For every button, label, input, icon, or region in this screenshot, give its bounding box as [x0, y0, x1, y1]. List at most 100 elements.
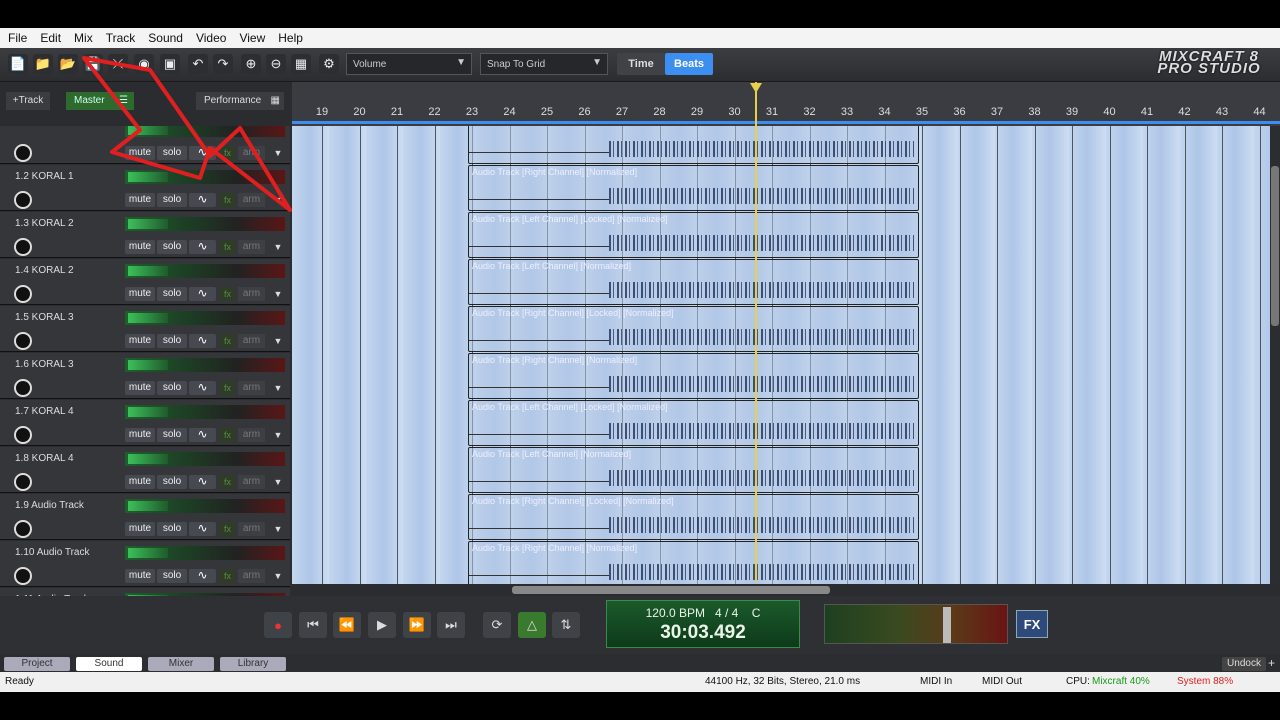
audio-clip[interactable]: Audio Track [Right Channel] [Normalized] [468, 165, 919, 211]
new-file-icon[interactable]: 📄 [8, 54, 28, 74]
solo-button[interactable]: solo [157, 334, 187, 348]
metronome-icon[interactable]: △ [518, 612, 546, 638]
mute-button[interactable]: mute [125, 569, 155, 583]
performance-button[interactable]: Performance ▦ [196, 92, 284, 110]
undock-button[interactable]: Undock [1222, 657, 1266, 671]
undo-icon[interactable]: ↶ [188, 54, 208, 74]
add-tab-icon[interactable]: + [1268, 656, 1275, 670]
solo-button[interactable]: solo [157, 381, 187, 395]
play-button[interactable]: ▶ [368, 612, 396, 638]
go-to-start-button[interactable]: ⏮ [299, 612, 327, 638]
chevron-down-icon[interactable]: ▼ [270, 287, 286, 301]
track-row[interactable]: 1.4 KORAL 2 mute solo ∿ fx arm ▼ [0, 259, 290, 305]
track-fx-button[interactable]: fx [220, 428, 235, 442]
track-row[interactable]: 1.6 KORAL 3 mute solo ∿ fx arm ▼ [0, 353, 290, 399]
track-volume-slider[interactable] [125, 452, 285, 466]
master-button[interactable]: Master ☰ [66, 92, 134, 110]
audio-clip[interactable]: Audio Track [Left Channel] [Normalized] [468, 259, 919, 305]
track-row[interactable]: 1.10 Audio Track mute solo ∿ fx arm ▼ [0, 541, 290, 587]
playhead-marker[interactable] [750, 83, 762, 93]
audio-clip[interactable]: Audio Track [Right Channel] [Locked] [No… [468, 494, 919, 540]
track-name[interactable]: 1.4 KORAL 2 [15, 265, 74, 276]
chevron-down-icon[interactable]: ▼ [270, 569, 286, 583]
audio-clip[interactable]: Audio Track [Right Channel] [Locked] [No… [468, 306, 919, 352]
track-volume-slider[interactable] [125, 126, 285, 137]
loop-icon[interactable]: ⟳ [483, 612, 511, 638]
render-icon[interactable]: ▣ [160, 54, 180, 74]
audio-clip[interactable]: Audio Track [Right Channel] [Normalized] [468, 541, 919, 584]
track-name[interactable]: 1.6 KORAL 3 [15, 359, 74, 370]
track-volume-slider[interactable] [125, 170, 285, 184]
envelope-icon[interactable]: ∿ [189, 475, 216, 489]
record-button[interactable]: ● [264, 612, 292, 638]
chevron-down-icon[interactable]: ▼ [270, 240, 286, 254]
track-volume-slider[interactable] [125, 546, 285, 560]
track-fx-button[interactable]: fx [220, 381, 235, 395]
mute-button[interactable]: mute [125, 334, 155, 348]
chevron-down-icon[interactable]: ▼ [270, 193, 286, 207]
track-row[interactable]: mute solo ∿ fx arm ▼ [0, 126, 290, 164]
pan-knob-icon[interactable] [14, 567, 32, 585]
track-row[interactable]: 1.5 KORAL 3 mute solo ∿ fx arm ▼ [0, 306, 290, 352]
menu-edit[interactable]: Edit [40, 31, 61, 45]
pan-knob-icon[interactable] [14, 426, 32, 444]
pan-knob-icon[interactable] [14, 520, 32, 538]
mute-button[interactable]: mute [125, 522, 155, 536]
add-track-button[interactable]: +Track [6, 92, 50, 110]
solo-button[interactable]: solo [157, 569, 187, 583]
vertical-scrollbar[interactable] [1270, 126, 1280, 584]
zoom-out-icon[interactable]: ⊖ [266, 54, 286, 74]
horizontal-scroll-thumb[interactable] [512, 586, 830, 594]
time-button[interactable]: Time [617, 53, 665, 75]
settings-icon[interactable]: ⚙ [319, 54, 339, 74]
open-recent-icon[interactable]: 📂 [58, 54, 78, 74]
solo-button[interactable]: solo [157, 475, 187, 489]
track-row[interactable]: 1.8 KORAL 4 mute solo ∿ fx arm ▼ [0, 447, 290, 493]
track-volume-slider[interactable] [125, 358, 285, 372]
master-fx-button[interactable]: FX [1016, 610, 1048, 638]
burn-cd-icon[interactable]: ◉ [134, 54, 154, 74]
mute-button[interactable]: mute [125, 146, 155, 160]
envelope-icon[interactable]: ∿ [189, 240, 216, 254]
master-volume-slider[interactable] [943, 607, 951, 643]
rewind-button[interactable]: ⏪ [333, 612, 361, 638]
tab-mixer[interactable]: Mixer [148, 657, 214, 671]
arm-button[interactable]: arm [238, 146, 265, 160]
track-fx-button[interactable]: fx [220, 522, 235, 536]
track-fx-button[interactable]: fx [220, 569, 235, 583]
mute-button[interactable]: mute [125, 287, 155, 301]
solo-button[interactable]: solo [157, 522, 187, 536]
solo-button[interactable]: solo [157, 146, 187, 160]
snap-dropdown[interactable]: Snap To Grid ▼ [480, 53, 608, 75]
track-name[interactable]: 1.8 KORAL 4 [15, 453, 74, 464]
track-lanes[interactable]: Audio Track [Right Channel] [Normalized]… [292, 126, 1270, 584]
pan-knob-icon[interactable] [14, 285, 32, 303]
mute-button[interactable]: mute [125, 475, 155, 489]
track-volume-slider[interactable] [125, 311, 285, 325]
redo-icon[interactable]: ↷ [213, 54, 233, 74]
menu-track[interactable]: Track [106, 31, 136, 45]
audio-clip[interactable]: Audio Track [Left Channel] [Normalized] [468, 447, 919, 493]
track-name[interactable]: 1.2 KORAL 1 [15, 171, 74, 182]
track-fx-button[interactable]: fx [220, 475, 235, 489]
arm-button[interactable]: arm [238, 381, 265, 395]
timeline-ruler[interactable]: 19 20 21 22 23 24 25 26 27 28 29 30 31 32 33 34 35 36 37 38… [292, 82, 1280, 126]
horizontal-scrollbar[interactable] [292, 584, 1280, 596]
pan-knob-icon[interactable] [14, 144, 32, 162]
mute-button[interactable]: mute [125, 428, 155, 442]
chevron-down-icon[interactable]: ▼ [270, 475, 286, 489]
pan-knob-icon[interactable] [14, 191, 32, 209]
midi-icon[interactable]: ▦ [291, 54, 311, 74]
track-row[interactable]: 1.7 KORAL 4 mute solo ∿ fx arm ▼ [0, 400, 290, 446]
envelope-icon[interactable]: ∿ [189, 334, 216, 348]
tab-sound[interactable]: Sound [76, 657, 142, 671]
menu-video[interactable]: Video [196, 31, 226, 45]
mute-button[interactable]: mute [125, 240, 155, 254]
fast-forward-button[interactable]: ⏩ [403, 612, 431, 638]
arm-button[interactable]: arm [238, 193, 265, 207]
track-fx-button[interactable]: fx [220, 334, 235, 348]
track-fx-button[interactable]: fx [220, 287, 235, 301]
punch-icon[interactable]: ⇅ [552, 612, 580, 638]
arm-button[interactable]: arm [238, 522, 265, 536]
track-name[interactable]: 1.3 KORAL 2 [15, 218, 74, 229]
